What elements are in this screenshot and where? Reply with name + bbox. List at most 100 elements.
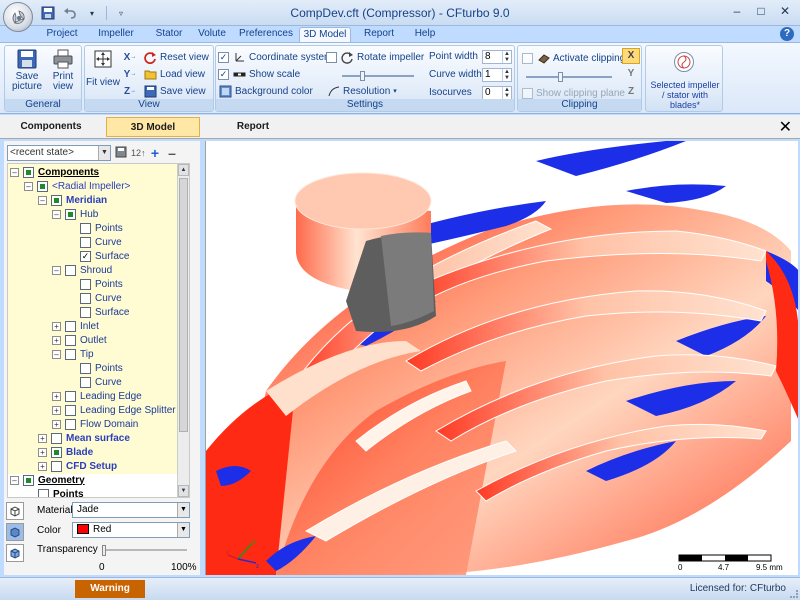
tree-checkbox[interactable]	[80, 362, 91, 374]
app-menu-button[interactable]	[3, 2, 33, 32]
tree-scrollbar[interactable]: ▲ ▼	[177, 164, 189, 497]
show-clipping-plane-checkbox[interactable]	[522, 87, 533, 99]
tree-node-hub[interactable]: – Hub	[52, 207, 98, 221]
spinner-arrows-icon[interactable]: ▲ ▼	[502, 69, 511, 81]
tab-impeller[interactable]: Impeller	[92, 27, 140, 42]
close-panel-icon[interactable]: ✕	[779, 117, 792, 137]
resize-grip-icon[interactable]	[790, 590, 798, 598]
maximize-icon[interactable]: □	[750, 2, 772, 20]
tree-checkbox[interactable]	[65, 264, 76, 276]
tree-node-tip-points[interactable]: Points	[80, 361, 123, 375]
add-icon[interactable]: +	[148, 146, 162, 160]
expand-icon[interactable]: +	[38, 461, 47, 471]
tree-node-mean-surface[interactable]: + Mean surface	[38, 431, 130, 445]
group-selected-component[interactable]: Selected impeller / stator with blades*	[645, 45, 723, 112]
collapse-icon[interactable]: –	[52, 209, 61, 219]
coordinate-system-checkbox[interactable]: ✓	[218, 51, 229, 63]
tree-node-shroud-surface[interactable]: Surface	[80, 305, 129, 319]
tree-checkbox[interactable]: ✓	[80, 250, 91, 262]
warning-button[interactable]: Warning	[75, 580, 145, 598]
tree-checkbox[interactable]	[80, 222, 91, 234]
tree-checkbox[interactable]	[65, 334, 76, 346]
scroll-up-icon[interactable]: ▲	[178, 164, 189, 176]
tree-node-radial-impeller[interactable]: – <Radial Impeller>	[24, 179, 130, 193]
minimize-icon[interactable]: –	[726, 2, 748, 20]
transparency-slider[interactable]	[102, 549, 187, 551]
expand-icon[interactable]: +	[38, 433, 47, 443]
tree-node-tip-curve[interactable]: Curve	[80, 375, 122, 389]
tree-checkbox[interactable]	[80, 236, 91, 248]
transparency-slider-thumb[interactable]	[102, 545, 106, 556]
view-x-button[interactable]: X →	[123, 50, 137, 64]
tree-node-leading-edge[interactable]: + Leading Edge	[52, 389, 142, 403]
tab-project[interactable]: Project	[38, 27, 86, 42]
collapse-icon[interactable]: –	[52, 265, 61, 275]
spinner-arrows-icon[interactable]: ▲ ▼	[502, 87, 511, 99]
tree-node-leading-edge-splitter[interactable]: + Leading Edge Splitter	[52, 403, 176, 417]
fit-view-button[interactable]: Fit view	[85, 48, 121, 88]
tree-node-hub-surface[interactable]: ✓ Surface	[80, 249, 129, 263]
tree-checkbox[interactable]	[51, 460, 62, 472]
tree-checkbox[interactable]	[80, 292, 91, 304]
expand-icon[interactable]: +	[38, 447, 47, 457]
tree-checkbox[interactable]	[51, 446, 62, 458]
point-width-spinner[interactable]: 8 ▲ ▼	[482, 50, 512, 64]
recent-state-select[interactable]: <recent state> ▼	[7, 145, 111, 161]
tree-checkbox[interactable]	[65, 208, 76, 220]
reset-view-button[interactable]: Reset view	[143, 50, 209, 64]
expand-icon[interactable]: +	[52, 405, 61, 415]
tree-node-cfd-setup[interactable]: + CFD Setup	[38, 459, 117, 473]
tree-checkbox[interactable]	[65, 348, 76, 360]
material-select[interactable]: Jade ▼	[72, 502, 190, 518]
view-z-button[interactable]: Z →	[123, 84, 137, 98]
show-scale-checkbox[interactable]: ✓	[218, 68, 229, 80]
expand-icon[interactable]: +	[52, 391, 61, 401]
rotate-impeller-checkbox[interactable]	[326, 51, 337, 63]
print-view-button[interactable]: Print view	[45, 48, 81, 92]
remove-icon[interactable]: –	[165, 146, 179, 160]
tree-checkbox[interactable]	[23, 166, 34, 178]
tree-checkbox[interactable]	[51, 432, 62, 444]
collapse-icon[interactable]: –	[10, 167, 19, 177]
save-view-button[interactable]: Save view	[143, 84, 206, 98]
tree-node-geometry[interactable]: – Geometry	[10, 473, 85, 487]
tree-node-inlet[interactable]: + Inlet	[52, 319, 99, 333]
color-select[interactable]: Red ▼	[72, 522, 190, 538]
tree-node-tip[interactable]: – Tip	[52, 347, 94, 361]
help-icon[interactable]: ?	[780, 27, 794, 41]
background-color-button[interactable]: Background color	[218, 84, 313, 98]
tree-checkbox[interactable]	[51, 194, 62, 206]
rotate-impeller-toggle[interactable]: Rotate impeller	[326, 50, 424, 64]
tree-node-shroud-points[interactable]: Points	[80, 277, 123, 291]
tab-help[interactable]: Help	[410, 27, 440, 42]
panel-tab-report[interactable]: Report	[206, 117, 300, 137]
tab-report[interactable]: Report	[362, 27, 396, 42]
tree-node-outlet[interactable]: + Outlet	[52, 333, 107, 347]
expand-icon[interactable]: +	[52, 419, 61, 429]
collapse-icon[interactable]: –	[38, 195, 47, 205]
coordinate-system-toggle[interactable]: ✓ Coordinate system	[218, 50, 332, 64]
tree-checkbox[interactable]	[80, 278, 91, 290]
tree-node-geometry-points[interactable]: Points	[38, 487, 84, 497]
tab-3d-model[interactable]: 3D Model	[299, 27, 351, 42]
tree-node-hub-points[interactable]: Points	[80, 221, 123, 235]
tab-stator[interactable]: Stator	[148, 27, 190, 42]
tree-node-shroud-curve[interactable]: Curve	[80, 291, 122, 305]
panel-tab-components[interactable]: Components	[2, 117, 100, 137]
tree-checkbox[interactable]	[80, 376, 91, 388]
save-state-icon[interactable]	[114, 146, 128, 160]
view-y-button[interactable]: Y →	[123, 67, 137, 81]
collapse-icon[interactable]: –	[52, 349, 61, 359]
tree-node-hub-curve[interactable]: Curve	[80, 235, 122, 249]
sort-icon[interactable]: 12↑	[131, 146, 146, 160]
show-scale-toggle[interactable]: ✓ Show scale	[218, 67, 300, 81]
tree-node-shroud[interactable]: – Shroud	[52, 263, 112, 277]
3d-viewport[interactable]: y z x 0 4.7 9.5 mm	[205, 141, 798, 575]
expand-icon[interactable]: +	[52, 335, 61, 345]
activate-clipping-checkbox[interactable]	[522, 52, 533, 64]
shaded-cube-icon[interactable]	[6, 523, 24, 541]
clipping-slider[interactable]	[526, 76, 612, 78]
tree-checkbox[interactable]	[37, 180, 48, 192]
tree-checkbox[interactable]	[23, 474, 34, 486]
tab-preferences[interactable]: Preferences	[236, 27, 296, 42]
